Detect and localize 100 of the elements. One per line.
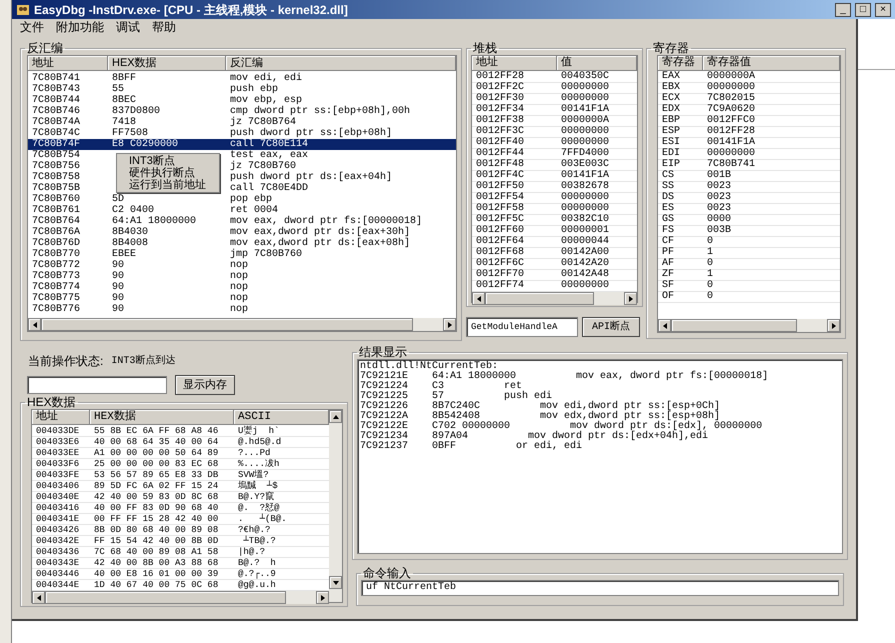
table-cell-text: 0 (706, 281, 714, 291)
window-control-button[interactable]: × (875, 2, 891, 16)
column-header[interactable]: 地址 (28, 56, 108, 71)
horizontal-scrollbar[interactable] (658, 319, 840, 332)
table-cell-text: 00000000 (560, 94, 610, 104)
window-control-button[interactable]: _ (835, 2, 851, 16)
column-header[interactable]: HEX数据 (108, 56, 226, 71)
scroll-left-button[interactable] (658, 319, 671, 332)
right-arrow-icon (626, 294, 634, 302)
table-cell-text: mov edi, edi (229, 73, 304, 84)
table-cell-text: 8B4030 (111, 227, 150, 238)
table-cell-text: 0012FF60 (475, 226, 526, 236)
table-cell-text: 004033DE (35, 426, 80, 436)
scroll-thumb[interactable] (45, 591, 286, 604)
table-cell-text: ESI (661, 138, 682, 148)
table-cell-text: push dword ptr ss:[ebp+08h] (229, 128, 394, 139)
table-cell-text: 00141F1A (560, 105, 610, 115)
table-cell-text: nop (229, 282, 250, 293)
command-field[interactable]: uf NtCurrentTeb (361, 580, 839, 596)
app-icon (16, 2, 30, 16)
context-menu-item[interactable]: 硬件执行断点 (117, 167, 219, 179)
table-cell-text: 7FFD4000 (560, 149, 610, 159)
table-cell-text: 7C80B754 (31, 150, 82, 161)
table-cell-text: EIP (661, 160, 682, 170)
menu-item[interactable]: 附加功能 (56, 18, 104, 36)
table-cell-text: 0012FF68 (475, 248, 526, 258)
table-cell-text: 42 40 00 8B 00 A3 88 68 (93, 558, 220, 568)
table-cell-text: jz 7C80B764 (229, 117, 298, 128)
scroll-thumb[interactable] (485, 292, 594, 305)
table-cell-text: 7C80B76D (31, 238, 82, 249)
column-header[interactable]: 寄存器值 (703, 56, 840, 71)
table-cell-text: 00382678 (560, 182, 610, 192)
scroll-left-button[interactable] (28, 318, 41, 331)
table-cell-text: 00000044 (560, 237, 610, 247)
scroll-right-button[interactable] (827, 319, 840, 332)
table-cell-text: 00000000 (560, 193, 610, 203)
table-cell-text: 0000000A (706, 72, 756, 82)
address-input-field[interactable] (27, 376, 167, 394)
table-cell-text: 004033F6 (35, 459, 80, 469)
menu-item[interactable]: 文件 (20, 18, 44, 36)
menu-item[interactable]: 帮助 (152, 18, 176, 36)
horizontal-scrollbar[interactable] (32, 591, 329, 604)
vertical-scrollbar[interactable] (329, 410, 342, 602)
table-cell-text: 00141F1A (706, 138, 756, 148)
table-cell-text: 00000000 (706, 83, 756, 93)
group-label: 寄存器 (652, 41, 690, 55)
table-cell-text: 7C80B774 (31, 282, 82, 293)
column-header[interactable]: ASCII (234, 410, 329, 425)
table-cell-text: 0012FF58 (475, 204, 526, 214)
table-cell-text: 7C80B770 (31, 249, 82, 260)
table-cell-text: 89 5D FC 6A 02 FF 15 24 (93, 481, 220, 491)
table-cell-text: EDX (661, 105, 682, 115)
table-cell-text: 0 (706, 292, 714, 302)
table-cell-text: 7C80B746 (31, 106, 82, 117)
scroll-down-button[interactable] (329, 576, 342, 589)
column-header[interactable]: 寄存器 (658, 56, 703, 71)
table-cell-text: 00142A48 (560, 270, 610, 280)
table-cell-text: 90 (111, 260, 126, 271)
table-cell-text: 7C80B743 (31, 84, 82, 95)
api-breakpoint-button[interactable]: API断点 (582, 317, 640, 337)
table-cell-text: 003E003C (560, 160, 610, 170)
table-cell-text: FF 15 54 42 40 00 8B 0D (93, 536, 220, 546)
table-cell-text: 8B 0D 80 68 40 00 89 08 (93, 525, 220, 535)
table-cell-text: 8BFF (111, 73, 138, 84)
column-header[interactable]: 反汇编 (226, 56, 456, 71)
window-control-button[interactable]: □ (855, 2, 871, 16)
table-cell-text: ES (661, 204, 676, 214)
scroll-right-button[interactable] (624, 292, 637, 305)
scroll-thumb[interactable] (671, 319, 797, 332)
column-header[interactable]: 值 (557, 56, 637, 71)
table-cell-text: 64:A1 18000000 (111, 216, 198, 227)
table-cell-text: 7C80B758 (31, 172, 82, 183)
scroll-left-button[interactable] (472, 292, 485, 305)
column-header[interactable]: HEX数据 (90, 410, 234, 425)
show-memory-button[interactable]: 显示内存 (175, 375, 235, 395)
scroll-right-button[interactable] (443, 318, 456, 331)
context-menu-item[interactable]: INT3断点 (117, 155, 219, 167)
table-cell-text: SS (661, 182, 676, 192)
table-cell-text: 0040342E (35, 536, 80, 546)
horizontal-scrollbar[interactable] (472, 292, 637, 305)
api-name-field[interactable]: GetModuleHandleA (466, 317, 578, 337)
column-header[interactable]: 地址 (472, 56, 557, 71)
table-cell-text: EBX (661, 83, 682, 93)
scroll-right-button[interactable] (316, 591, 329, 604)
table-cell-text: 7C80B775 (31, 293, 82, 304)
scroll-up-button[interactable] (329, 410, 342, 423)
table-cell-text: U嬱j h` (237, 426, 280, 436)
table-cell-text: 0000 (706, 215, 732, 225)
table-cell-text: 90 (111, 282, 126, 293)
table-cell-text: 40 00 FF 83 0D 90 68 40 (93, 503, 220, 513)
scroll-left-button[interactable] (32, 591, 45, 604)
table-cell-text: 7C80B776 (31, 304, 82, 315)
table-cell-text: 7C80B74C (31, 128, 82, 139)
column-header[interactable]: 地址 (32, 410, 90, 425)
context-menu-item[interactable]: 运行到当前地址 (117, 179, 219, 191)
table-cell-text: push dword ptr ds:[eax+04h] (229, 172, 394, 183)
output-line: 7C921237 0BFF or edi, edi (360, 442, 584, 452)
menu-item[interactable]: 调试 (116, 18, 140, 36)
table-cell-text: 0012FFC0 (706, 116, 756, 126)
table-cell-text: CF (661, 237, 676, 247)
